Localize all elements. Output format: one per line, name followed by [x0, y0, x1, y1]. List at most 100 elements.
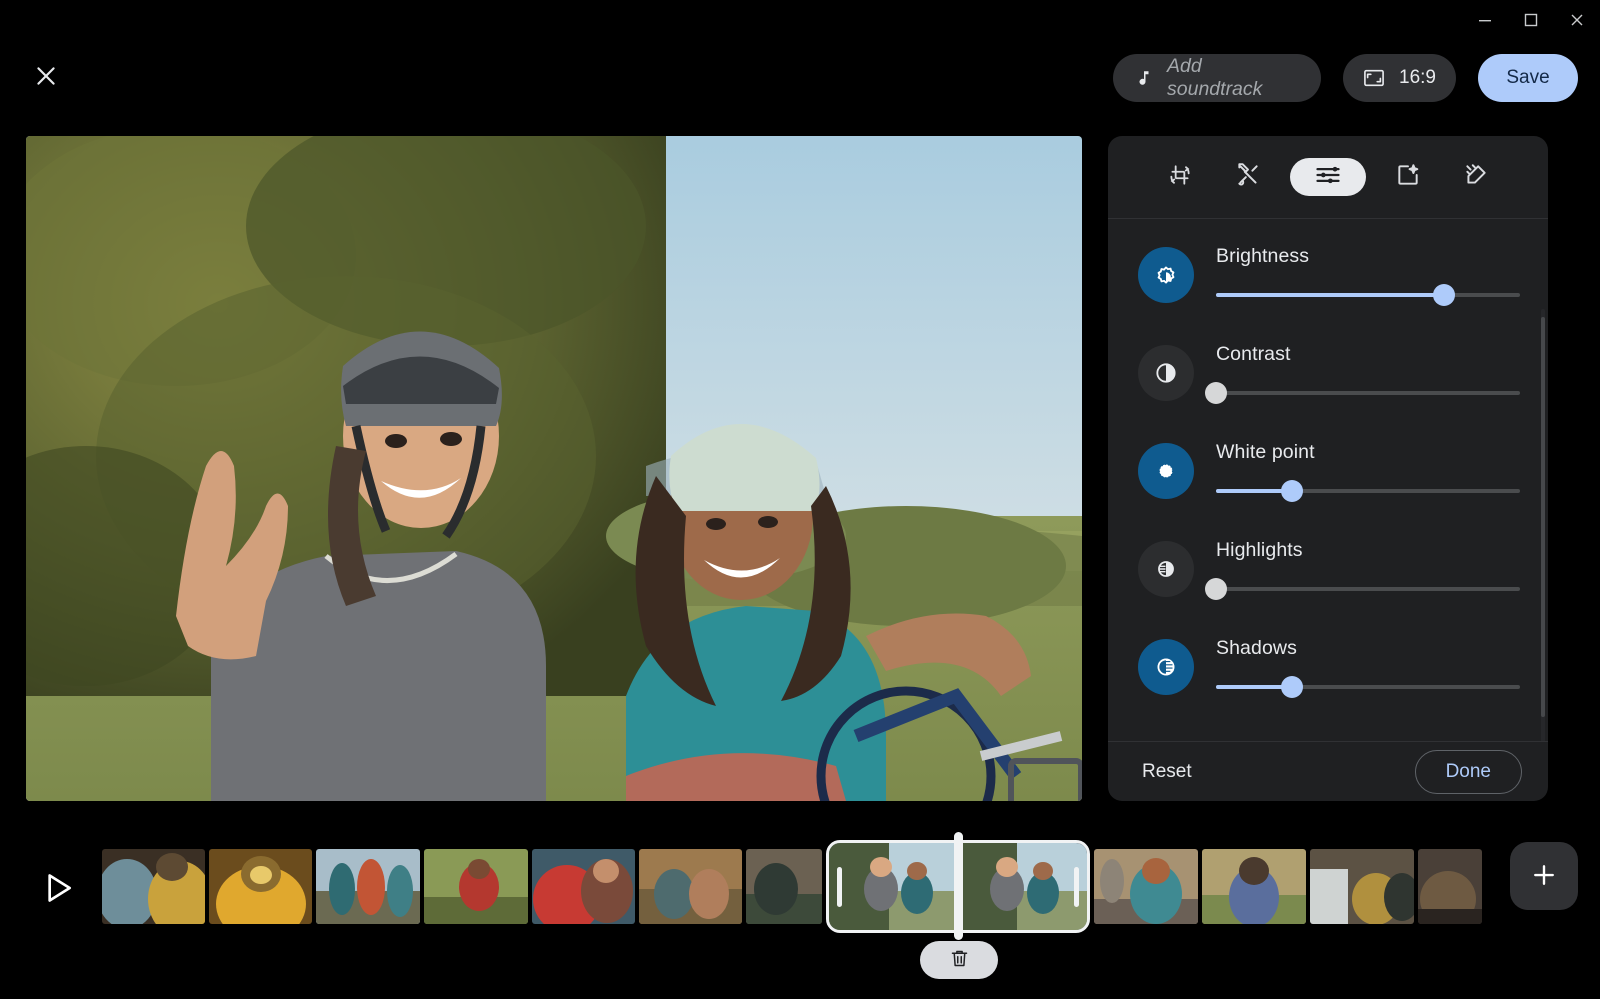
timeline-clip[interactable] [316, 849, 420, 924]
adjust-tool[interactable] [1290, 158, 1366, 196]
trim-handle-left[interactable] [837, 867, 842, 907]
video-editor-window: Add soundtrack 16:9 Save [0, 0, 1600, 999]
wrench-screwdriver-icon [1235, 162, 1261, 193]
white-point-icon[interactable] [1138, 443, 1194, 499]
timeline-clip[interactable] [1202, 849, 1306, 924]
clip-thumbnail [316, 849, 420, 924]
adjustment-brightness[interactable]: Brightness [1108, 243, 1548, 311]
timeline-clip[interactable] [209, 849, 312, 924]
clip-thumbnail [424, 849, 528, 924]
plus-icon [1529, 860, 1559, 893]
music-note-icon [1135, 69, 1153, 87]
slider-thumb[interactable] [1433, 284, 1455, 306]
clip-thumbnail [209, 849, 312, 924]
clip-thumbnail [1202, 849, 1306, 924]
clip-thumbnail [102, 849, 205, 924]
magic-enhance-icon [1395, 162, 1421, 193]
clip-thumbnail [961, 843, 1087, 930]
slider-thumb[interactable] [1281, 480, 1303, 502]
adjustment-highlights[interactable]: Highlights [1108, 537, 1548, 605]
timeline-clip-selected[interactable] [826, 840, 1090, 933]
window-close-icon[interactable] [1554, 3, 1600, 37]
slider-track [1216, 391, 1520, 395]
slider-thumb[interactable] [1281, 676, 1303, 698]
slider-thumb[interactable] [1205, 578, 1227, 600]
adjustment-label-brightness: Brightness [1216, 245, 1520, 268]
close-icon[interactable] [24, 54, 68, 98]
adjustments-list: Brightness Contrast [1108, 219, 1548, 741]
edit-panel: Brightness Contrast [1108, 136, 1548, 801]
adjustment-contrast[interactable]: Contrast [1108, 341, 1548, 409]
trash-icon [949, 948, 970, 972]
clip-strip[interactable] [102, 840, 1474, 933]
adjustment-label-white-point: White point [1216, 441, 1520, 464]
adjustment-white-point[interactable]: White point [1108, 439, 1548, 507]
timeline-clip[interactable] [1310, 849, 1414, 924]
clip-thumbnail [1094, 849, 1198, 924]
save-button[interactable]: Save [1478, 54, 1578, 102]
timeline-clip[interactable] [746, 849, 822, 924]
trim-handle-right[interactable] [1074, 867, 1079, 907]
crop-rotate-tool[interactable] [1154, 158, 1206, 196]
edit-tool-tabs [1108, 136, 1548, 219]
slider-thumb[interactable] [1205, 382, 1227, 404]
clip-thumbnail [1418, 849, 1482, 924]
timeline [0, 820, 1600, 999]
top-bar-actions: Add soundtrack 16:9 Save [1113, 54, 1578, 102]
adjustment-label-highlights: Highlights [1216, 539, 1520, 562]
timeline-clip[interactable] [532, 849, 635, 924]
clip-thumbnail [746, 849, 822, 924]
clip-thumbnail [829, 843, 961, 930]
pen-markup-icon [1463, 162, 1489, 193]
aspect-ratio-button[interactable]: 16:9 [1343, 54, 1456, 102]
panel-scrollbar[interactable] [1541, 309, 1545, 741]
scrollbar-thumb[interactable] [1541, 317, 1545, 717]
timeline-clip[interactable] [424, 849, 528, 924]
slider-white-point[interactable] [1216, 482, 1520, 500]
timeline-clip[interactable] [639, 849, 742, 924]
slider-shadows[interactable] [1216, 678, 1520, 696]
delete-clip-button[interactable] [920, 941, 998, 979]
crop-rotate-icon [1167, 162, 1193, 193]
playhead[interactable] [954, 832, 963, 940]
done-button[interactable]: Done [1415, 750, 1522, 794]
add-soundtrack-label: Add soundtrack [1167, 55, 1299, 101]
clip-thumbnail-image [829, 843, 961, 930]
highlights-icon[interactable] [1138, 541, 1194, 597]
aspect-ratio-icon [1363, 68, 1385, 88]
add-media-button[interactable] [1510, 842, 1578, 910]
add-soundtrack-button[interactable]: Add soundtrack [1113, 54, 1321, 102]
filters-tool[interactable] [1382, 158, 1434, 196]
shadows-icon[interactable] [1138, 639, 1194, 695]
contrast-icon[interactable] [1138, 345, 1194, 401]
clip-thumbnail-image [961, 843, 1087, 930]
slider-highlights[interactable] [1216, 580, 1520, 598]
reset-button[interactable]: Reset [1142, 761, 1192, 783]
clip-thumbnail [639, 849, 742, 924]
minimize-icon[interactable] [1462, 3, 1508, 37]
top-bar: Add soundtrack 16:9 Save [0, 40, 1600, 118]
clip-thumbnail [532, 849, 635, 924]
slider-track [1216, 587, 1520, 591]
timeline-clip[interactable] [102, 849, 205, 924]
slider-contrast[interactable] [1216, 384, 1520, 402]
timeline-clip[interactable] [1418, 849, 1482, 924]
adjustment-label-contrast: Contrast [1216, 343, 1520, 366]
clip-thumbnail [1310, 849, 1414, 924]
window-controls [1430, 0, 1600, 40]
play-icon[interactable] [30, 860, 86, 916]
video-preview[interactable] [26, 136, 1082, 801]
brightness-icon[interactable] [1138, 247, 1194, 303]
adjustment-label-shadows: Shadows [1216, 637, 1520, 660]
preview-image [26, 136, 1082, 801]
aspect-ratio-label: 16:9 [1399, 67, 1436, 89]
maximize-icon[interactable] [1508, 3, 1554, 37]
tools-tool[interactable] [1222, 158, 1274, 196]
markup-tool[interactable] [1450, 158, 1502, 196]
sliders-icon [1314, 161, 1342, 194]
slider-fill [1216, 293, 1444, 297]
slider-brightness[interactable] [1216, 286, 1520, 304]
panel-footer: Reset Done [1108, 741, 1548, 801]
adjustment-shadows[interactable]: Shadows [1108, 635, 1548, 703]
timeline-clip[interactable] [1094, 849, 1198, 924]
